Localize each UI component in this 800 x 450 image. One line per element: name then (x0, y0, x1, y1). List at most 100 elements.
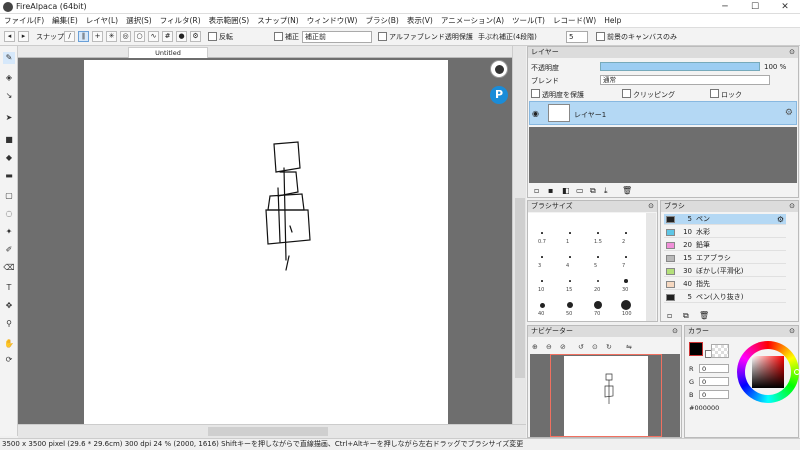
brush-size-cell[interactable]: 1 (557, 225, 583, 247)
primary-color-swatch[interactable] (689, 342, 703, 356)
vertical-scroll-thumb[interactable] (515, 198, 525, 378)
minimize-button[interactable]: ─ (710, 0, 740, 14)
rotate-right-icon[interactable]: ↻ (606, 343, 612, 351)
saturation-value-square[interactable] (752, 356, 784, 388)
lock-checkbox[interactable] (710, 89, 719, 98)
snap-point-icon[interactable]: ● (176, 31, 187, 42)
snap-cross-icon[interactable]: + (92, 31, 103, 42)
snap-off-icon[interactable]: / (64, 31, 75, 42)
clipping-checkbox[interactable] (622, 89, 631, 98)
pin-icon[interactable]: ⊙ (789, 201, 795, 212)
menu-edit[interactable]: 編集(E) (48, 14, 82, 28)
brush-list-item[interactable]: 40 指先 (664, 279, 786, 290)
brush-size-cell[interactable]: 100 (613, 297, 639, 319)
add-brush-icon[interactable]: ▫ (667, 311, 672, 320)
add-8bit-layer-icon[interactable]: ▪ (548, 186, 553, 195)
horizontal-scroll-thumb[interactable] (208, 427, 328, 436)
operation-tool-icon[interactable]: ✥ (3, 300, 15, 312)
brush-tool-icon[interactable]: ✎ (3, 52, 15, 64)
merge-down-icon[interactable]: ⤓ (604, 186, 608, 196)
add-folder-icon[interactable]: ▭ (576, 186, 584, 195)
transparent-color-swatch[interactable] (711, 344, 729, 358)
stabilizer-select[interactable]: 5 (566, 31, 588, 43)
opacity-slider[interactable] (600, 62, 760, 71)
rotate-left-icon[interactable]: ↺ (578, 343, 584, 351)
brush-size-cell[interactable]: 20 (585, 273, 611, 295)
pixiv-icon[interactable]: P (490, 86, 508, 104)
close-button[interactable]: ✕ (770, 0, 800, 14)
redo-icon[interactable]: ▸ (18, 31, 29, 42)
brush-size-cell[interactable]: 30 (613, 273, 639, 295)
menu-animation[interactable]: アニメーション(A) (437, 14, 508, 28)
color-wheel[interactable] (737, 341, 800, 403)
brush-list-item[interactable]: 5 ペン(入り抜き) (664, 292, 786, 303)
rotate-tool-icon[interactable]: ⟳ (3, 354, 15, 366)
duplicate-layer-icon[interactable]: ⧉ (590, 186, 596, 196)
protect-alpha-checkbox[interactable] (531, 89, 540, 98)
zoom-in-icon[interactable]: ⊕ (532, 343, 538, 351)
brush-list-item[interactable]: 10 水彩 (664, 227, 786, 238)
menu-filter[interactable]: フィルタ(R) (156, 14, 205, 28)
brush-size-cell[interactable]: 10 (529, 273, 555, 295)
undo-icon[interactable]: ◂ (4, 31, 15, 42)
lasso-tool-icon[interactable]: ◌ (3, 208, 15, 220)
pin-icon[interactable]: ⊙ (789, 47, 795, 58)
brush-list-item[interactable]: 15 エアブラシ (664, 253, 786, 264)
visibility-eye-icon[interactable]: ◉ (532, 109, 539, 118)
add-1bit-layer-icon[interactable]: ◧ (562, 186, 570, 195)
menu-window[interactable]: ウィンドウ(W) (303, 14, 362, 28)
brush-size-cell[interactable]: 15 (557, 273, 583, 295)
brush-settings-gear-icon[interactable]: ⚙ (777, 214, 784, 225)
select-pen-icon[interactable]: ✐ (3, 244, 15, 256)
menu-layer[interactable]: レイヤ(L) (82, 14, 122, 28)
add-layer-icon[interactable]: ▫ (534, 186, 539, 195)
eyedropper-tool-icon[interactable]: ⚲ (3, 318, 15, 330)
menu-snap[interactable]: スナップ(N) (253, 14, 302, 28)
brush-size-cell[interactable]: 2 (613, 225, 639, 247)
brush-size-cell[interactable]: 5 (585, 249, 611, 271)
duplicate-brush-icon[interactable]: ⧉ (683, 311, 689, 321)
zoom-out-icon[interactable]: ⊖ (546, 343, 552, 351)
menu-select[interactable]: 選択(S) (122, 14, 156, 28)
move-tool-icon[interactable]: ➤ (3, 112, 15, 124)
menu-record[interactable]: レコード(W) (549, 14, 600, 28)
correction-select[interactable]: 補正前 (302, 31, 372, 43)
snap-vanish-icon[interactable]: ✳ (106, 31, 117, 42)
snap-radial-icon[interactable]: ◎ (120, 31, 131, 42)
brush-list-item[interactable]: 30 ぼかし(平滑化) (664, 266, 786, 277)
snap-grid-icon[interactable]: # (162, 31, 173, 42)
pin-icon[interactable]: ⊙ (648, 201, 654, 212)
magic-wand-icon[interactable]: ✦ (3, 226, 15, 238)
menu-brush[interactable]: ブラシ(B) (362, 14, 403, 28)
brush-size-cell[interactable]: 40 (529, 297, 555, 319)
hand-tool-icon[interactable]: ✋ (3, 338, 15, 350)
zoom-reset-icon[interactable]: ⊘ (560, 343, 566, 351)
gradient-tool-icon[interactable]: ▬ (3, 170, 15, 182)
menu-help[interactable]: Help (600, 14, 625, 28)
menu-area[interactable]: 表示範囲(S) (205, 14, 254, 28)
canvas-area[interactable]: Untitled P (18, 46, 512, 424)
layer-row[interactable]: ◉ レイヤー1 ⚙ (529, 101, 797, 125)
text-tool-icon[interactable]: T (3, 282, 15, 294)
reverse-checkbox[interactable] (208, 32, 217, 41)
menu-view[interactable]: 表示(V) (403, 14, 437, 28)
layer-settings-gear-icon[interactable]: ⚙ (785, 108, 793, 118)
fill-tool-icon[interactable]: ■ (3, 134, 15, 146)
horizontal-scrollbar[interactable] (18, 424, 526, 438)
rotate-reset-icon[interactable]: ⊙ (592, 343, 598, 351)
snap-parallel-icon[interactable]: ∥ (78, 31, 89, 42)
brush-size-cell[interactable]: 70 (585, 297, 611, 319)
select-tool-icon[interactable]: ▢ (3, 190, 15, 202)
snap-circle-icon[interactable]: ○ (134, 31, 145, 42)
snap-curve-icon[interactable]: ∿ (148, 31, 159, 42)
brush-list-item[interactable]: 20 鉛筆 (664, 240, 786, 251)
navigator-preview[interactable] (530, 354, 680, 437)
delete-layer-icon[interactable]: 🗑 (622, 186, 632, 195)
brush-size-cell[interactable]: 0.7 (529, 225, 555, 247)
pin-icon[interactable]: ⊙ (672, 326, 678, 337)
alpaca-mascot-icon[interactable] (490, 60, 508, 78)
brush-size-grid[interactable]: 0.7 1 1.5 2 3 4 5 7 10 15 20 30 40 50 70 100 (528, 213, 646, 321)
document-tab[interactable]: Untitled (128, 47, 208, 58)
hue-handle[interactable] (794, 369, 800, 375)
navigator-viewport-frame[interactable] (550, 354, 662, 437)
